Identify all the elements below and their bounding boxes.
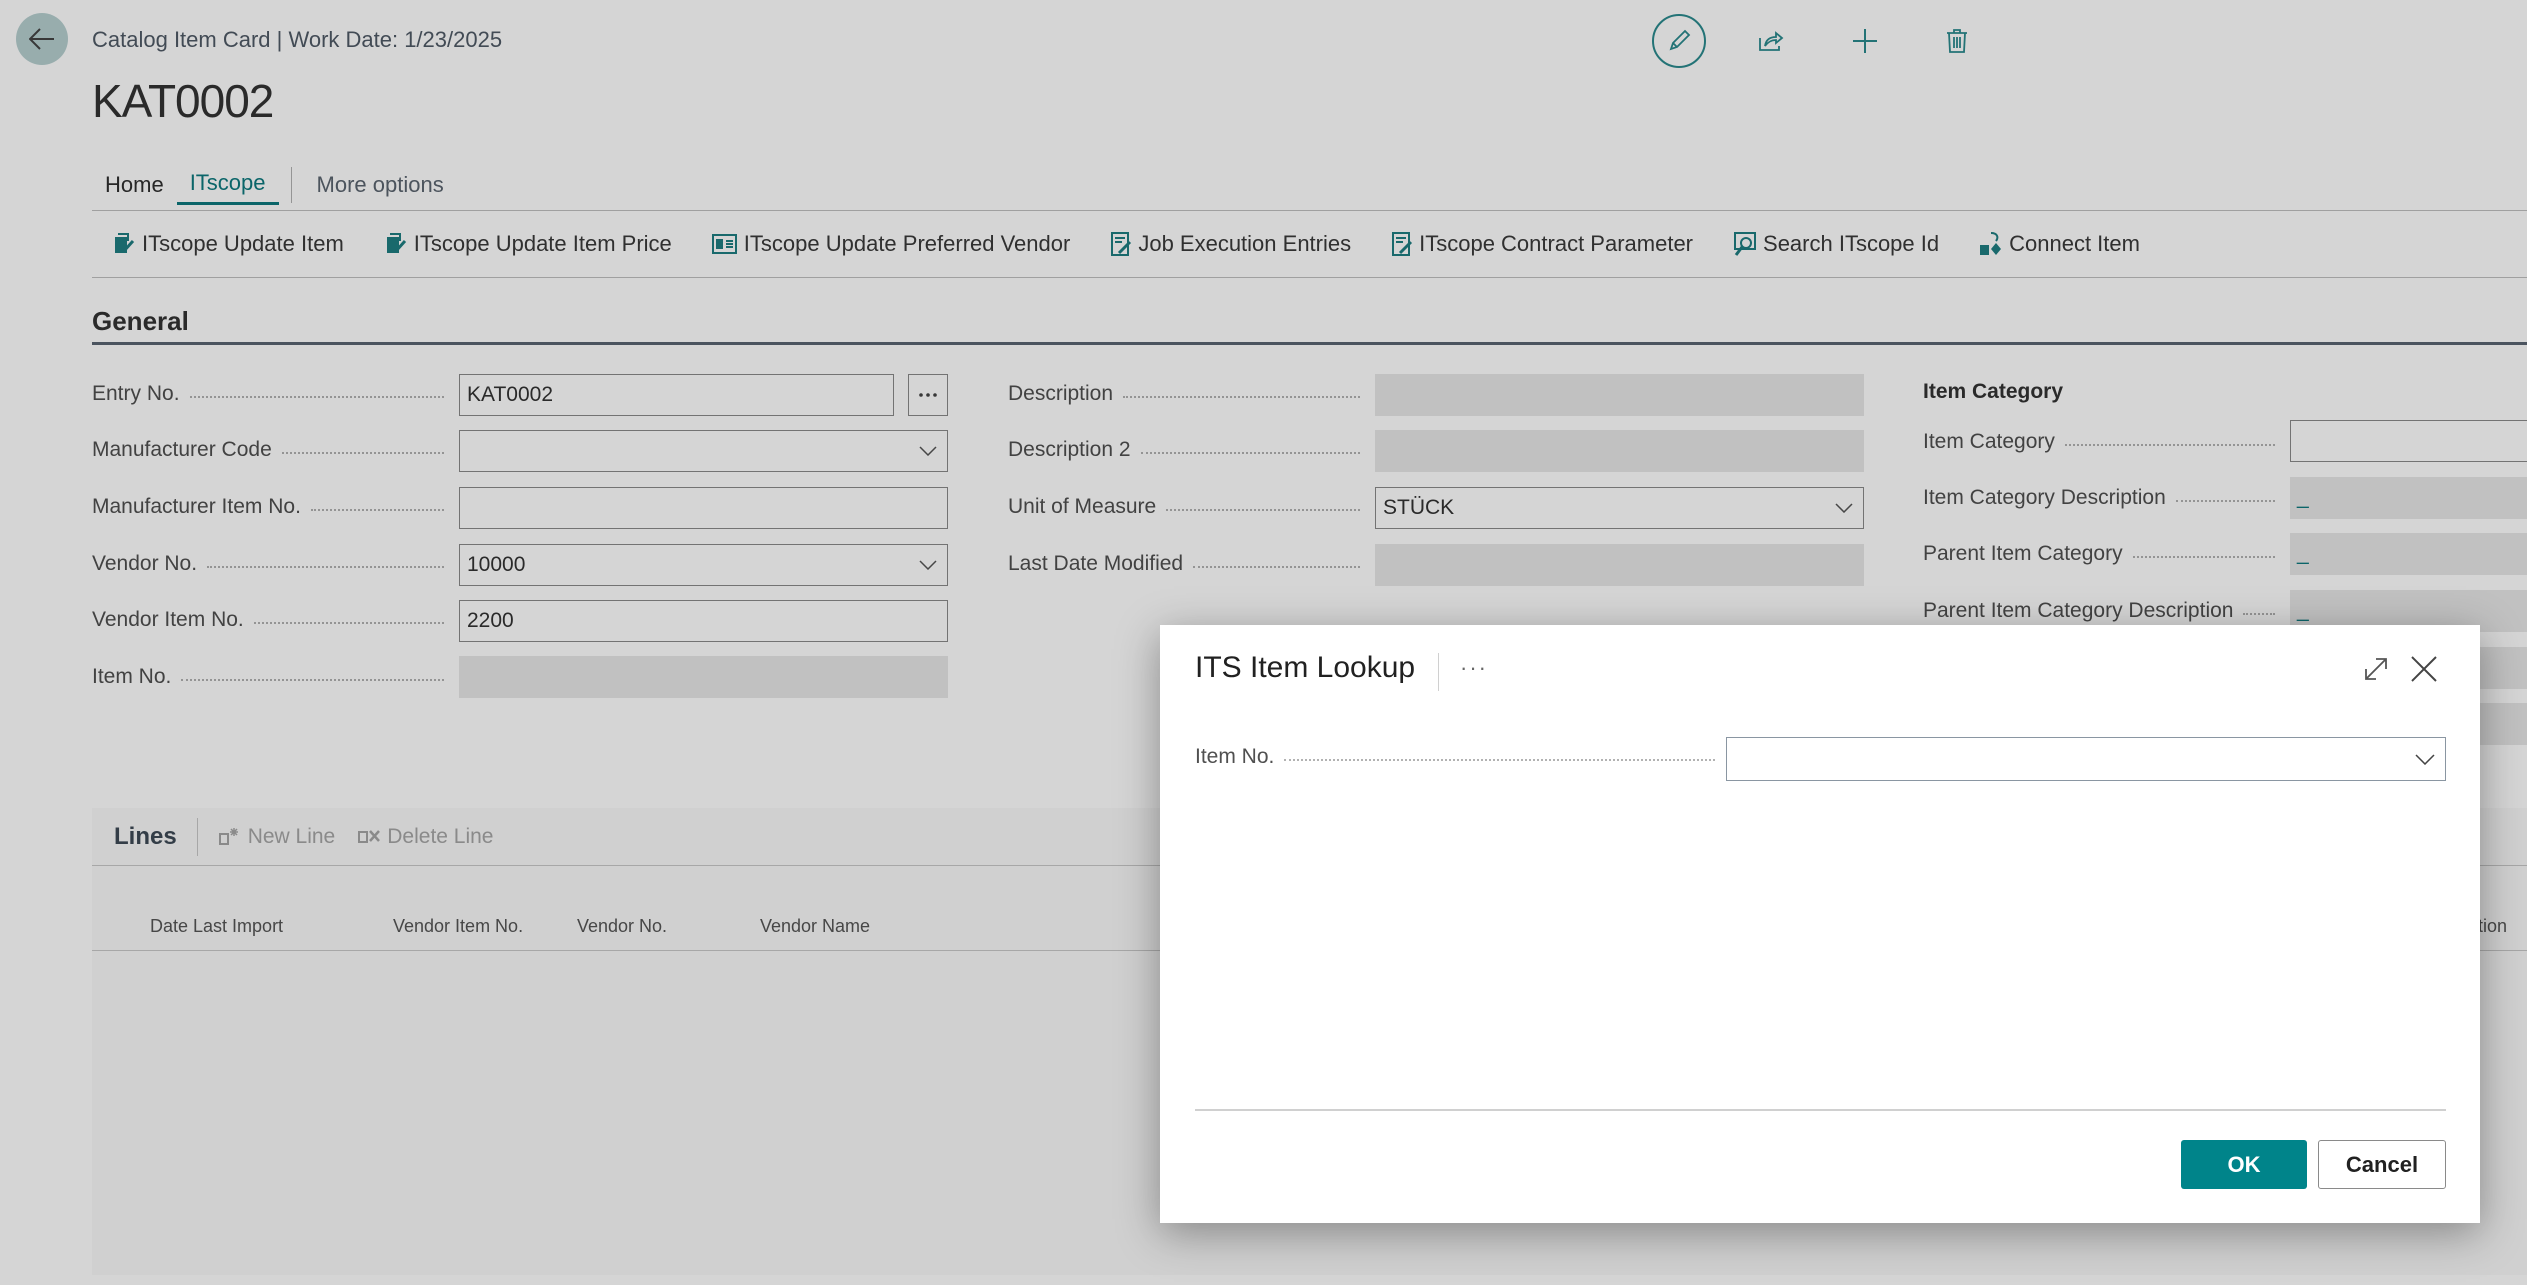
ok-button[interactable]: OK <box>2181 1140 2307 1189</box>
its-item-lookup-dialog: ITS Item Lookup ··· Item No. OK Cancel <box>1160 625 2480 1223</box>
expand-icon <box>2365 658 2387 680</box>
dialog-footer-divider <box>1195 1109 2446 1111</box>
dialog-item-no-label: Item No. <box>1195 745 1715 769</box>
dialog-more-options-button[interactable]: ··· <box>1460 655 1488 681</box>
dialog-expand-button[interactable] <box>2358 651 2394 687</box>
dialog-title: ITS Item Lookup <box>1195 651 1416 684</box>
chevron-down-icon <box>2415 753 2435 765</box>
cancel-button[interactable]: Cancel <box>2318 1140 2446 1189</box>
dialog-close-button[interactable] <box>2404 649 2444 689</box>
close-icon <box>2411 656 2437 682</box>
dialog-title-separator <box>1438 653 1439 691</box>
dialog-item-no-dropdown[interactable] <box>1726 737 2446 781</box>
